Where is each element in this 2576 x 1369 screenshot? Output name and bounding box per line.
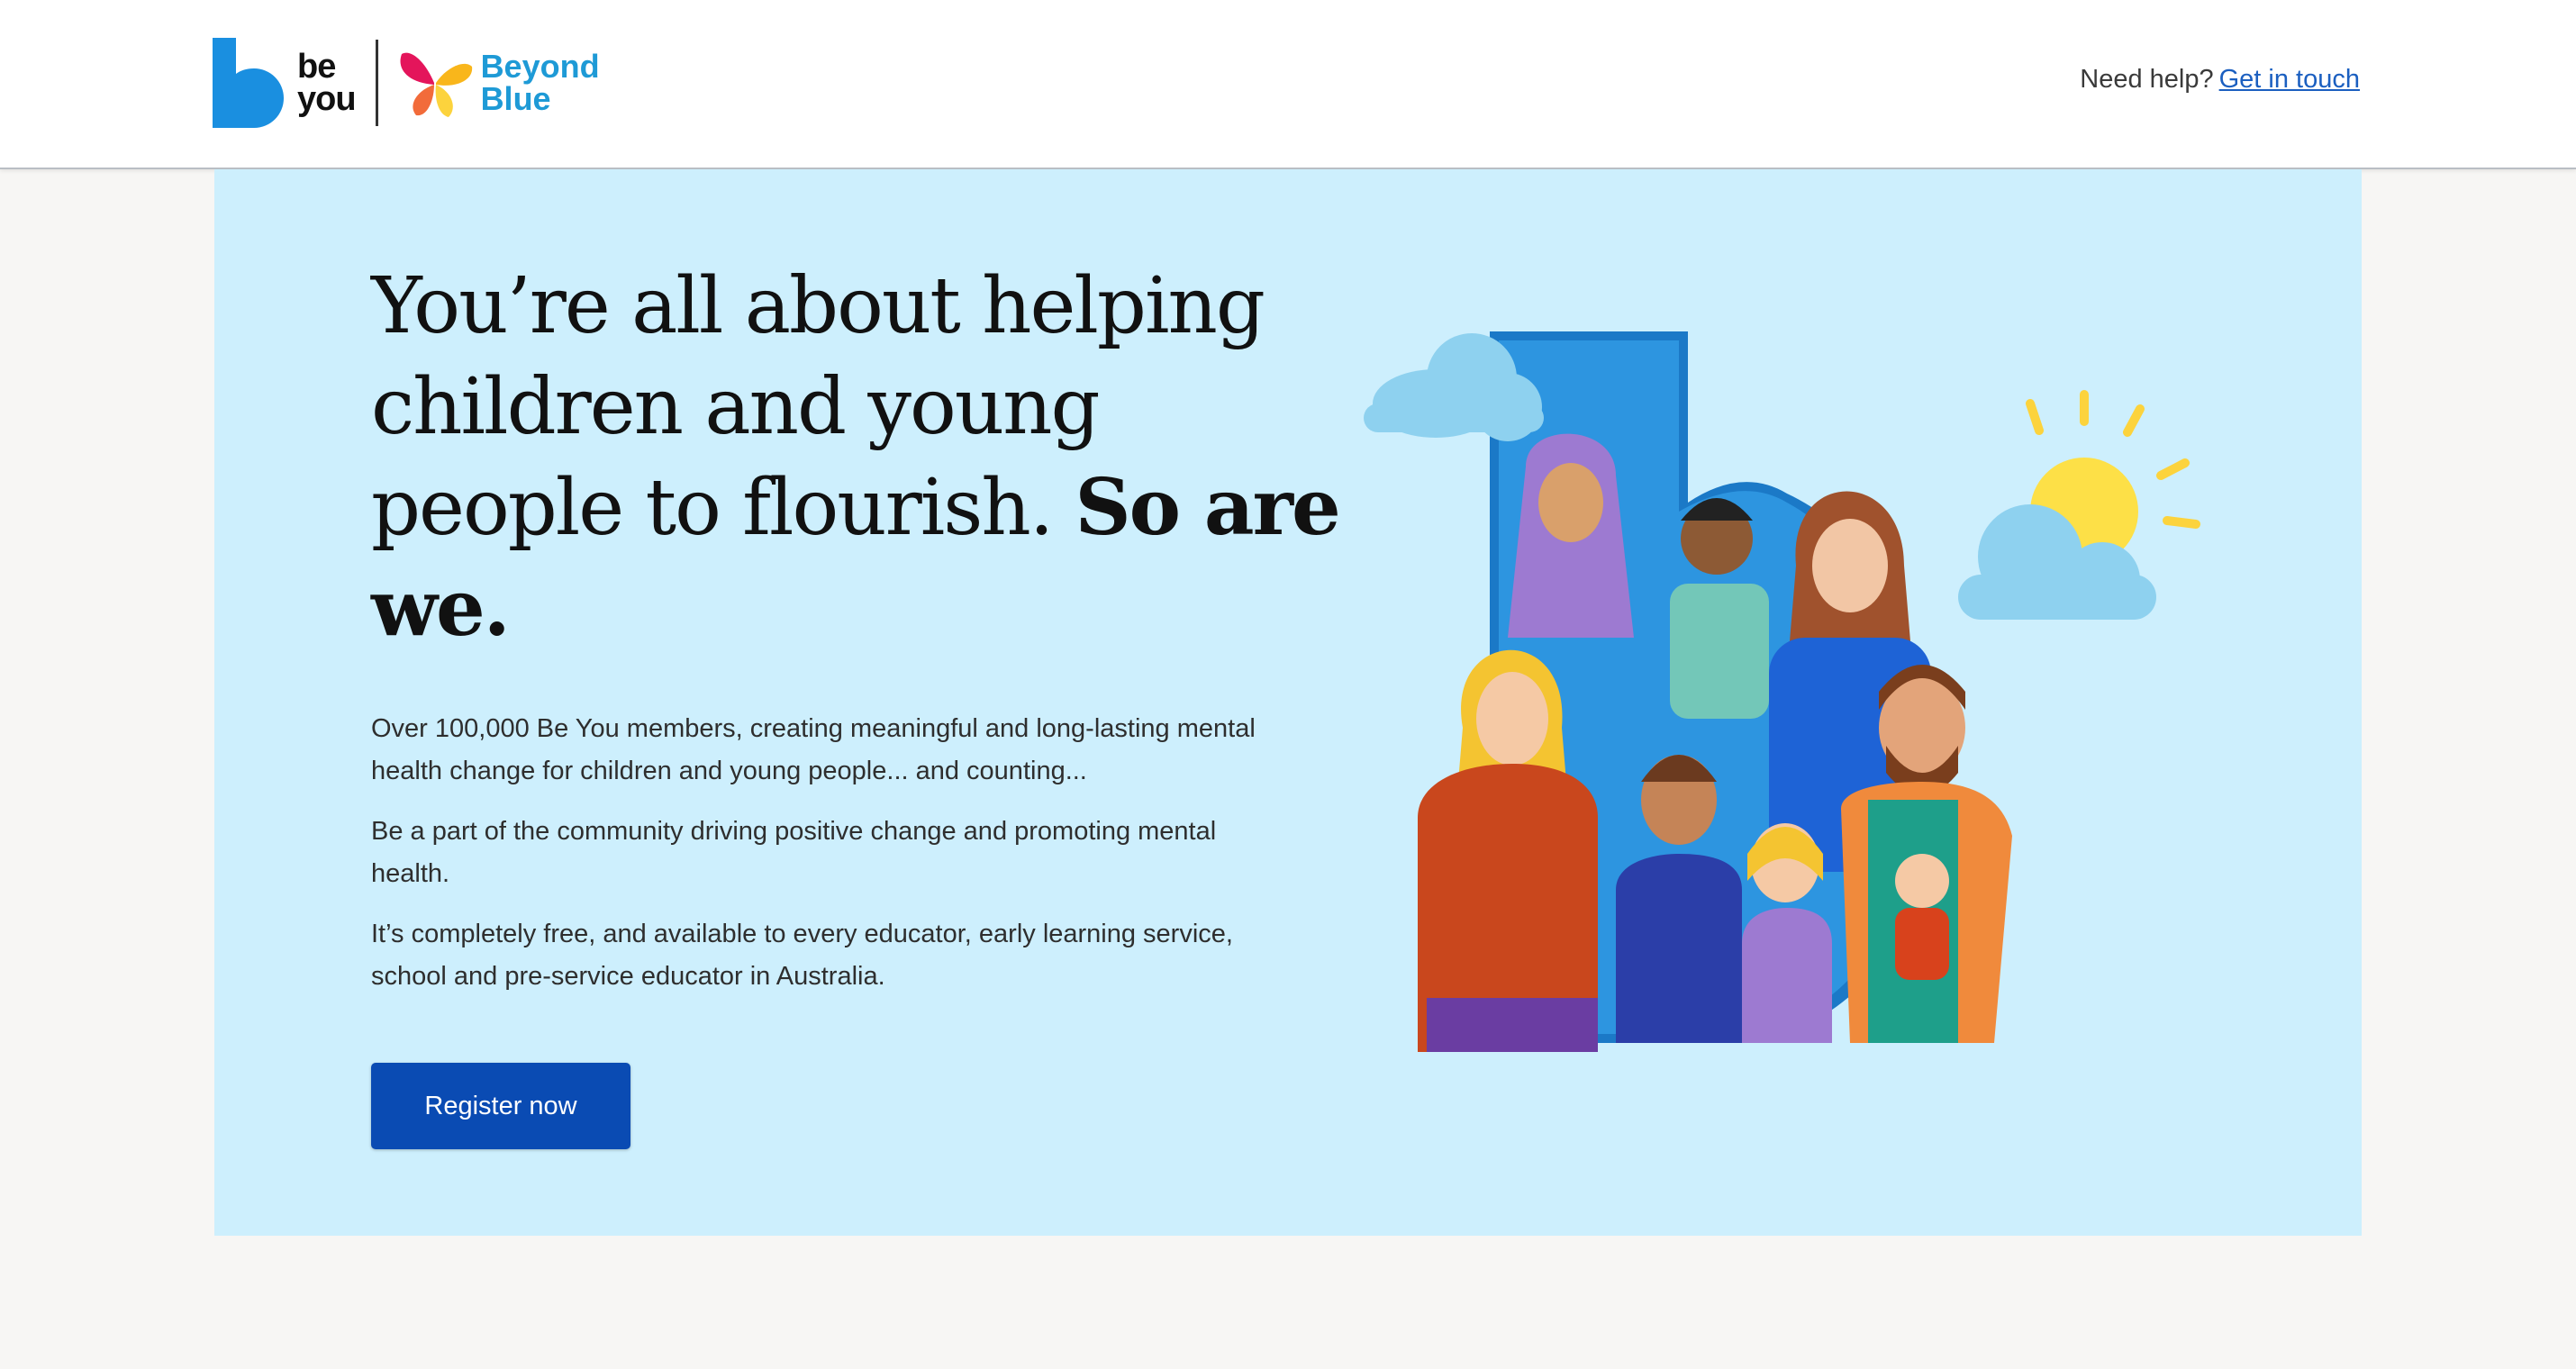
help-area: Need help? Get in touch [2080,65,2360,95]
register-now-button[interactable]: Register now [371,1063,630,1149]
be-you-wordmark-top: be [297,48,336,86]
get-in-touch-link[interactable]: Get in touch [2219,65,2360,94]
beyond-blue-wordmark: Beyond Blue [481,50,600,115]
be-you-wordmark-bottom: you [297,80,357,118]
site-header: be you Beyond Blue Need help? Get in touc… [0,0,2576,169]
community-illustration [1364,331,2200,1052]
beyond-blue-wordmark-bottom: Blue [480,80,551,117]
hero-paragraph: It’s completely free, and available to e… [371,920,1233,991]
hero-paragraph: Be a part of the community driving posit… [371,817,1217,888]
logo-divider [375,40,378,126]
hero-section: You’re all about helping children and yo… [214,169,2362,1236]
logo-lockup[interactable]: be you Beyond Blue [213,36,600,130]
beyond-blue-butterfly-icon [400,52,472,117]
hero-paragraph: Over 100,000 Be You members, creating me… [371,714,1256,785]
be-you-wordmark: be you [297,48,357,118]
hero-headline: You’re all about helping children and yo… [371,256,1362,659]
help-text: Need help? [2080,65,2214,94]
beyond-blue-wordmark-top: Beyond [480,48,600,85]
be-you-logo-icon [213,38,284,128]
hero-body: Over 100,000 Be You members, creating me… [371,708,1272,1016]
